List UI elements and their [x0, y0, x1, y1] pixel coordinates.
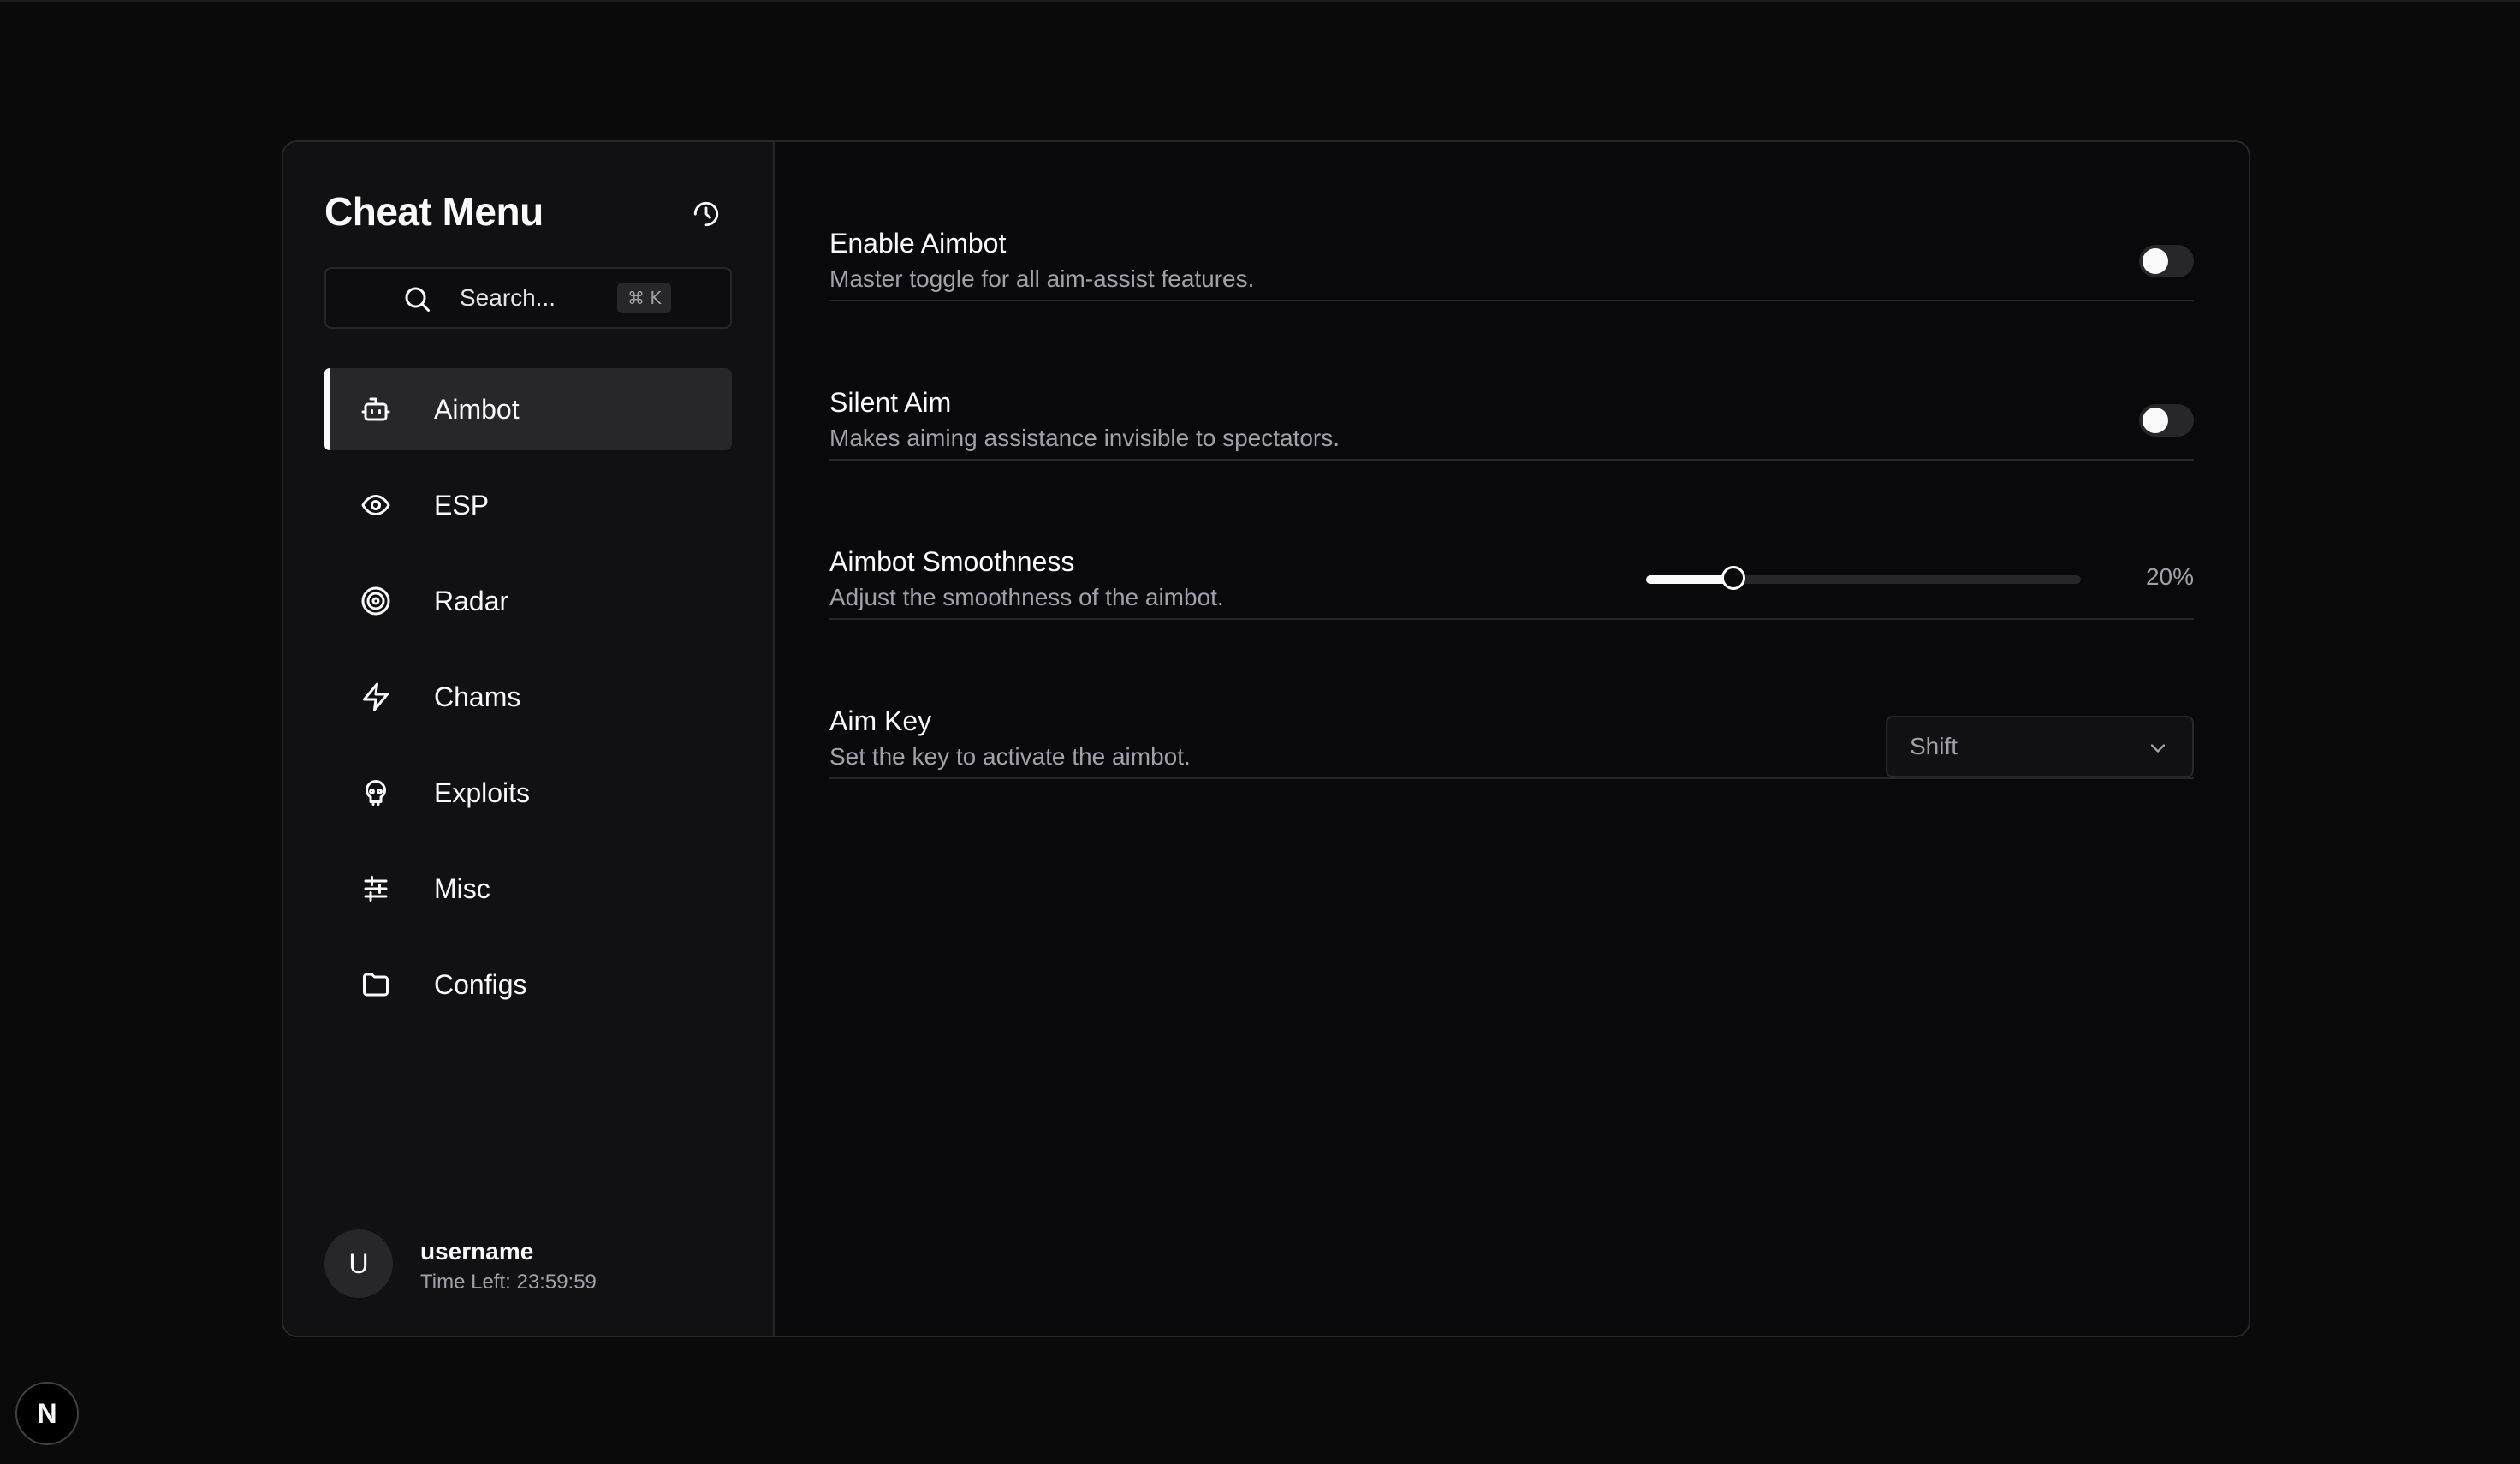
- cheat-menu-window: Cheat Menu Search... ⌘ K Aimbot ESP Rada…: [282, 140, 2250, 1337]
- eye-icon: [360, 490, 391, 521]
- setting-silent-aim: Silent Aim Makes aiming assistance invis…: [829, 301, 2194, 461]
- app-title: Cheat Menu: [324, 189, 544, 234]
- sidebar-item-label: Chams: [434, 681, 521, 712]
- sidebar-item-label: Configs: [434, 969, 527, 1000]
- search-box[interactable]: Search... ⌘ K: [324, 267, 732, 329]
- sliders-icon: [360, 873, 391, 904]
- avatar[interactable]: U: [324, 1229, 393, 1298]
- sidebar-item-exploits[interactable]: Exploits: [324, 752, 732, 834]
- slider-fill: [1646, 575, 1733, 584]
- folder-icon: [360, 969, 391, 1000]
- target-icon: [360, 586, 391, 616]
- silent-aim-toggle[interactable]: [2139, 404, 2194, 437]
- sidebar: Cheat Menu Search... ⌘ K Aimbot ESP Rada…: [283, 142, 775, 1336]
- zap-icon: [360, 681, 391, 712]
- bot-icon: [360, 394, 391, 425]
- aim-key-value: Shift: [1910, 733, 1958, 759]
- setting-title: Enable Aimbot: [829, 228, 1007, 259]
- smoothness-value: 20%: [2145, 563, 2194, 590]
- setting-aim-key: Aim Key Set the key to activate the aimb…: [829, 620, 2194, 779]
- setting-title: Aimbot Smoothness: [829, 546, 1075, 577]
- enable-aimbot-toggle[interactable]: [2139, 245, 2194, 277]
- settings-panel: Enable Aimbot Master toggle for all aim-…: [775, 142, 2249, 1336]
- top-border: [0, 0, 2520, 2]
- sidebar-item-label: Exploits: [434, 777, 531, 808]
- setting-smoothness: Aimbot Smoothness Adjust the smoothness …: [829, 461, 2194, 620]
- aim-key-select[interactable]: Shift: [1886, 716, 2194, 777]
- sidebar-item-label: Misc: [434, 873, 490, 904]
- toggle-knob: [2143, 248, 2168, 274]
- username: username: [420, 1238, 534, 1265]
- sidebar-item-label: ESP: [434, 490, 490, 521]
- sidebar-item-esp[interactable]: ESP: [324, 464, 732, 546]
- setting-enable-aimbot: Enable Aimbot Master toggle for all aim-…: [829, 142, 2194, 301]
- sidebar-item-misc[interactable]: Misc: [324, 848, 732, 930]
- skull-icon: [360, 777, 391, 808]
- sidebar-item-label: Aimbot: [434, 394, 520, 425]
- n-badge-button[interactable]: N: [15, 1382, 79, 1445]
- sidebar-item-aimbot[interactable]: Aimbot: [324, 368, 732, 450]
- sidebar-item-label: Radar: [434, 586, 509, 616]
- time-left: Time Left: 23:59:59: [420, 1271, 597, 1294]
- sidebar-item-chams[interactable]: Chams: [324, 656, 732, 738]
- setting-title: Silent Aim: [829, 387, 952, 418]
- setting-title: Aim Key: [829, 705, 932, 736]
- setting-description: Adjust the smoothness of the aimbot.: [829, 584, 1224, 610]
- search-shortcut: ⌘ K: [617, 283, 672, 313]
- sidebar-item-configs[interactable]: Configs: [324, 943, 732, 1026]
- setting-description: Makes aiming assistance invisible to spe…: [829, 425, 1340, 451]
- search-placeholder: Search...: [460, 284, 556, 311]
- sidebar-item-radar[interactable]: Radar: [324, 560, 732, 642]
- setting-description: Master toggle for all aim-assist feature…: [829, 265, 1255, 292]
- reset-icon[interactable]: [689, 197, 723, 231]
- smoothness-slider[interactable]: [1646, 566, 2081, 590]
- sidebar-nav: Aimbot ESP Radar Chams Exploits Misc Con…: [324, 368, 732, 1039]
- setting-description: Set the key to activate the aimbot.: [829, 743, 1191, 770]
- toggle-knob: [2143, 408, 2168, 433]
- search-icon: [401, 283, 432, 314]
- slider-thumb[interactable]: [1721, 566, 1745, 590]
- chevron-down-icon: [2146, 736, 2170, 760]
